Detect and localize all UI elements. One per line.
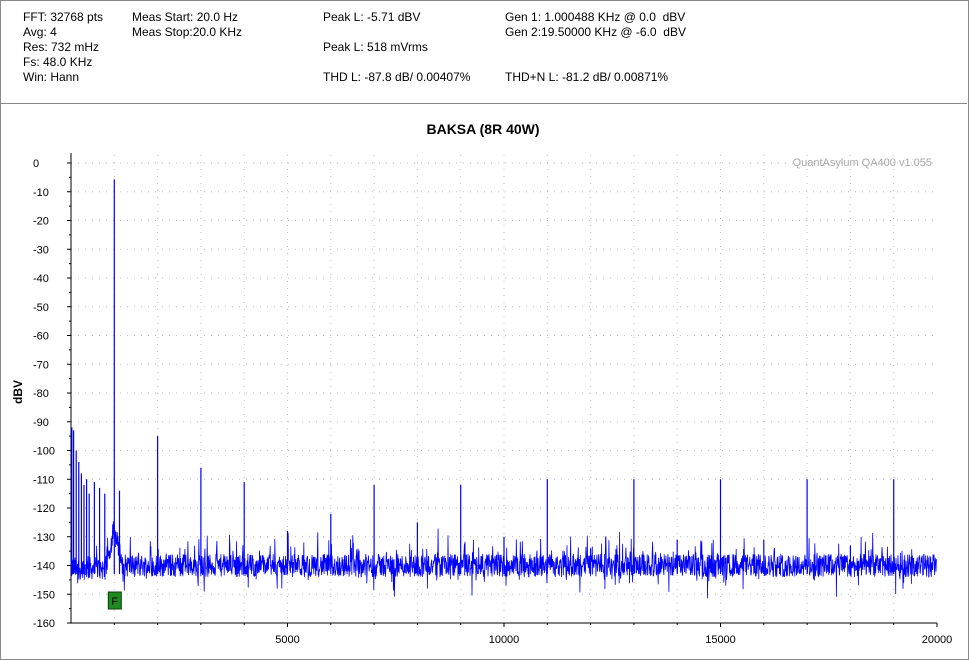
y-tick-label: -10 [33,187,49,199]
y-tick-label: -30 [33,244,49,256]
fundamental-marker-label: F [111,596,118,608]
y-tick-label: -50 [33,302,49,314]
y-tick-label: 0 [33,158,39,170]
x-tick-label: 15000 [705,634,736,646]
x-tick-label: 10000 [489,634,520,646]
y-tick-label: -80 [33,388,49,400]
y-tick-label: -60 [33,331,49,343]
y-tick-label: -70 [33,359,49,371]
text-layer: BAKSA (8R 40W) QuantAsylum QA400 v1.055 … [11,121,932,404]
y-tick-label: -120 [33,503,55,515]
fft-chart: 0 -10 -20 -30 -40 -50 -60 -70 -80 -90 -100 -110 -120… [11,121,953,646]
y-tick-label: -20 [33,216,49,228]
y-tick-label: -160 [33,618,55,630]
y-tick-label: -90 [33,417,49,429]
y-tick-label: -100 [33,446,55,458]
y-tick-label: -40 [33,273,49,285]
marker-layer[interactable]: F [107,591,122,610]
y-tick-label: -130 [33,532,55,544]
y-tick-label: -140 [33,561,55,573]
y-tick-label: -110 [33,474,54,486]
y-tick-label: -150 [33,589,55,601]
chart-title: BAKSA (8R 40W) [426,121,539,137]
x-tick-label: 5000 [275,634,299,646]
x-tick-label: 20000 [922,634,953,646]
trace-layer [70,179,938,599]
y-axis-label: dBV [11,380,25,404]
watermark-text: QuantAsylum QA400 v1.055 [793,157,932,169]
